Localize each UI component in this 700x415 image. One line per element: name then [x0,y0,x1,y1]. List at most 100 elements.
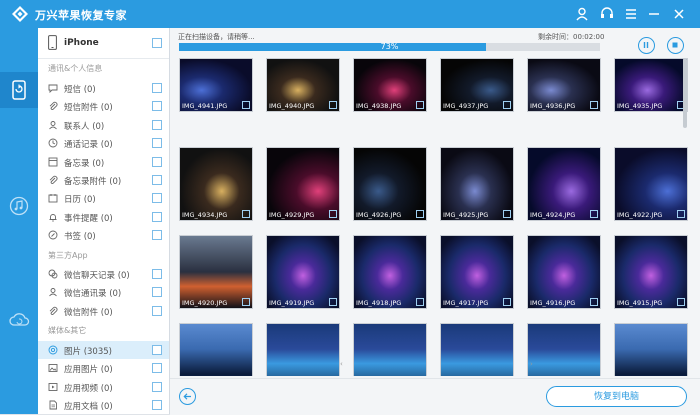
device-header[interactable]: iPhone [38,28,169,59]
sidebar-item-label: 备忘录 (0) [64,158,105,169]
sidebar-item-checkbox[interactable] [152,363,162,374]
sidebar-item-checkbox[interactable] [152,269,162,279]
minimize-icon[interactable] [646,6,662,22]
photo-tile[interactable]: IMG_4910.JPG [527,323,601,376]
photo-tile[interactable]: IMG_4941.JPG [179,58,253,112]
back-arrow-icon [183,393,191,400]
sidebar-item[interactable]: 备忘录 (0) [38,153,169,171]
menu-icon[interactable] [623,6,639,22]
photo-tile[interactable]: IMG_4920.JPG [179,235,253,309]
photo-tile[interactable]: IMG_4925.JPG [440,147,514,221]
sidebar-item-checkbox[interactable] [152,230,162,241]
photo-checkbox[interactable] [503,210,511,218]
photo-checkbox[interactable] [590,101,598,109]
photo-tile[interactable]: IMG_4924.JPG [527,147,601,221]
photo-checkbox[interactable] [416,298,424,306]
photo-tile[interactable]: IMG_4911.JPG [440,323,514,376]
photo-tile[interactable]: IMG_4918.JPG [353,235,427,309]
app-logo-icon [12,6,28,22]
sidebar-item-checkbox[interactable] [152,381,162,392]
bookmark-icon [48,230,58,240]
sidebar-item[interactable]: 通话记录 (0) [38,134,169,152]
photo-filename: IMG_4937.JPG [443,102,489,110]
photo-checkbox[interactable] [329,101,337,109]
sidebar-item[interactable]: 联系人 (0) [38,116,169,134]
sidebar-item-checkbox[interactable] [152,119,162,130]
sidebar-item-checkbox[interactable] [152,400,162,411]
photo-tile[interactable]: IMG_4938.JPG [353,58,427,112]
photo-tile[interactable]: IMG_4913.JPG [266,323,340,376]
sidebar-item[interactable]: 短信 (0) [38,79,169,97]
sidebar-item[interactable]: 日历 (0) [38,189,169,207]
sidebar-item[interactable]: 应用文档 (0) [38,396,169,414]
sidebar-item-checkbox[interactable] [152,193,162,204]
photo-checkbox[interactable] [503,101,511,109]
support-icon[interactable] [599,6,615,22]
sidebar-item[interactable]: 事件提醒 (0) [38,208,169,226]
photo-tile[interactable]: IMG_4940.JPG [266,58,340,112]
photo-tile[interactable]: IMG_4916.JPG [527,235,601,309]
sidebar-item-checkbox[interactable] [152,211,162,222]
photo-tile[interactable]: IMG_4934.JPG [179,147,253,221]
message-icon [48,84,58,93]
photo-tile[interactable]: IMG_4909.JPG [614,323,688,376]
prev-page-icon[interactable]: ‹ [340,360,343,368]
photo-filename: IMG_4926.JPG [356,211,402,219]
sidebar-item[interactable]: 微信聊天记录 (0) [38,265,169,283]
photo-checkbox[interactable] [416,101,424,109]
photo-tile[interactable]: IMG_4937.JPG [440,58,514,112]
photo-checkbox[interactable] [329,210,337,218]
recover-from-device-button[interactable] [0,72,38,108]
sidebar-item-checkbox[interactable] [152,83,162,93]
photo-checkbox[interactable] [503,298,511,306]
recover-from-icloud-button[interactable] [0,302,38,338]
sidebar-item-checkbox[interactable] [152,305,162,316]
contact-icon [49,120,57,130]
photo-tile[interactable]: IMG_4922.JPG [614,147,688,221]
photo-tile[interactable]: IMG_4935.JPG [614,58,688,112]
photo-tile[interactable]: IMG_4914.JPG [179,323,253,376]
sidebar-item-checkbox[interactable] [152,101,162,112]
photo-checkbox[interactable] [416,210,424,218]
back-button[interactable] [179,388,196,405]
recover-from-itunes-button[interactable] [0,188,38,224]
sidebar-item-checkbox[interactable] [152,345,162,355]
photo-checkbox[interactable] [242,101,250,109]
close-icon[interactable] [671,6,687,22]
grid-scrollbar[interactable] [683,58,687,128]
sidebar-item-checkbox[interactable] [152,175,162,185]
photo-checkbox[interactable] [677,298,685,306]
sidebar-item-checkbox[interactable] [152,287,162,298]
pause-button[interactable] [638,37,655,54]
sidebar-item[interactable]: 备忘录附件 (0) [38,171,169,189]
sidebar-item[interactable]: 微信通讯录 (0) [38,283,169,301]
photo-filename: IMG_4935.JPG [617,102,663,110]
photo-tile[interactable]: IMG_4912.JPG [353,323,427,376]
stop-button[interactable] [667,37,684,54]
photo-checkbox[interactable] [242,210,250,218]
photo-tile[interactable]: IMG_4929.JPG [266,147,340,221]
photo-tile[interactable]: IMG_4915.JPG [614,235,688,309]
sidebar-item[interactable]: 微信附件 (0) [38,302,169,320]
sidebar-item[interactable]: 图片 (3035) [38,341,169,359]
photo-checkbox[interactable] [242,298,250,306]
select-all-checkbox[interactable] [152,38,162,48]
photo-tile[interactable]: IMG_4926.JPG [353,147,427,221]
sidebar-item[interactable]: 应用图片 (0) [38,359,169,377]
photo-checkbox[interactable] [590,210,598,218]
sidebar-item[interactable]: 短信附件 (0) [38,97,169,115]
photo-checkbox[interactable] [329,298,337,306]
photo-icon [48,345,58,355]
next-page-icon[interactable]: › [530,360,533,368]
sidebar-item-checkbox[interactable] [152,138,162,149]
sidebar-item[interactable]: 书签 (0) [38,226,169,244]
photo-tile[interactable]: IMG_4917.JPG [440,235,514,309]
sidebar-item-checkbox[interactable] [152,156,162,167]
sidebar-item[interactable]: 应用视频 (0) [38,378,169,396]
recover-to-computer-button[interactable]: 恢复到电脑 [546,386,687,407]
photo-checkbox[interactable] [677,210,685,218]
photo-tile[interactable]: IMG_4919.JPG [266,235,340,309]
photo-tile[interactable]: IMG_4936.JPG [527,58,601,112]
photo-checkbox[interactable] [590,298,598,306]
account-icon[interactable] [574,6,590,22]
